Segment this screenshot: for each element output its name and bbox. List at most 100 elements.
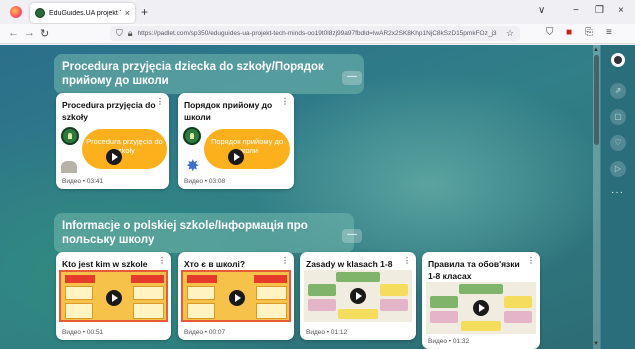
scrollbar-thumb[interactable]: [594, 55, 599, 145]
tab-list-button[interactable]: ∨: [538, 5, 545, 16]
browser-tab[interactable]: EduGuides.UA projekt Tech Mi ×: [30, 3, 135, 23]
star-icon: ✸: [186, 158, 200, 175]
scroll-up-icon[interactable]: ▲: [593, 47, 599, 53]
video-thumbnail[interactable]: [59, 270, 168, 322]
post-card[interactable]: Правила та обов'язки 1-8 класах ⋮ Видео …: [422, 252, 540, 349]
poster-title-block: [336, 272, 380, 282]
section-title: Informacje o polskiej szkole/Інформація …: [62, 220, 308, 246]
poster-text-block: [504, 311, 532, 323]
more-options-icon[interactable]: ⋮: [281, 97, 289, 106]
post-title: Zasady w klasach 1-8: [306, 259, 393, 269]
scroll-down-icon[interactable]: ▼: [593, 341, 599, 347]
video-meta: Видео • 03:41: [62, 178, 104, 185]
poster-text-block: [256, 303, 287, 319]
section-header-admission: Procedura przyjęcia dziecka do szkoły/По…: [54, 54, 364, 94]
back-icon[interactable]: ←: [8, 27, 19, 39]
shield-icon: ⛉: [116, 28, 123, 38]
more-options-icon[interactable]: ⋮: [158, 256, 166, 265]
video-meta: Видео • 00:51: [62, 329, 104, 336]
more-menu-icon[interactable]: ···: [611, 187, 624, 198]
pdf-extension-icon[interactable]: ■: [566, 27, 572, 38]
video-meta: Видео • 00:07: [184, 329, 226, 336]
thumbnail-caption: Порядок прийому до школи: [204, 129, 290, 169]
post-card[interactable]: Хто є в школі? ⋮ Видео • 00:07: [178, 252, 294, 340]
lock-icon: 🔒︎: [127, 28, 133, 38]
video-thumbnail[interactable]: Procedura przyjęcia do szkoły: [56, 125, 169, 175]
new-tab-button[interactable]: +: [141, 5, 148, 19]
section-collapse-button[interactable]: —: [342, 71, 362, 85]
address-bar[interactable]: ⛉ 🔒︎ https://padlet.com/sp350/eduguides-…: [110, 26, 520, 41]
section-header-school-info: Informacje o polskiej szkole/Інформація …: [54, 213, 354, 253]
forward-icon[interactable]: →: [24, 27, 35, 39]
url-text[interactable]: https://padlet.com/sp350/eduguides-ua-pr…: [138, 30, 501, 37]
section-title: Procedura przyjęcia dziecka do szkoły/По…: [62, 61, 324, 87]
tab-title: EduGuides.UA projekt Tech Mi: [49, 9, 121, 17]
bookmark-star-icon[interactable]: ☆: [506, 28, 514, 39]
extensions-icon[interactable]: ⎘: [585, 27, 593, 38]
browser-tab-bar: EduGuides.UA projekt Tech Mi × + ∨ − ❐ ×: [0, 0, 635, 24]
poster-title-block: [459, 284, 503, 294]
navigation-bar: ← → ↻ ⛉ 🔒︎ https://padlet.com/sp350/edug…: [0, 24, 635, 44]
poster-text-block: [380, 284, 408, 296]
video-thumbnail[interactable]: Порядок прийому до школи ✸: [178, 125, 294, 175]
padlet-action-rail: ⇗ ▢ ♡ ▷ ···: [600, 45, 635, 349]
close-window-button[interactable]: ×: [618, 5, 624, 16]
post-card[interactable]: Zasady w klasach 1-8 ⋮ Видео • 01:12: [300, 252, 416, 340]
poster-text-block: [133, 303, 164, 319]
play-icon[interactable]: [106, 290, 122, 306]
post-title: Procedura przyjęcia do szkoły: [62, 100, 156, 122]
more-options-icon[interactable]: ⋮: [156, 97, 164, 106]
more-options-icon[interactable]: ⋮: [281, 256, 289, 265]
photo-icon: [61, 161, 77, 173]
reload-icon[interactable]: ↻: [40, 27, 49, 40]
post-card[interactable]: Procedura przyjęcia do szkoły ⋮ Procedur…: [56, 93, 169, 189]
poster-heading-block: [65, 275, 95, 283]
play-icon[interactable]: [473, 300, 489, 316]
avatar[interactable]: [611, 53, 625, 67]
poster-text-block: [430, 296, 458, 308]
video-meta: Видео • 01:32: [428, 338, 470, 345]
video-thumbnail[interactable]: [304, 270, 412, 322]
poster-text-block: [308, 284, 336, 296]
firefox-logo-icon: [10, 6, 22, 18]
poster-heading-block: [131, 275, 164, 283]
thumbnail-caption: Procedura przyjęcia do szkoły: [82, 129, 167, 169]
tab-close-icon[interactable]: ×: [125, 8, 130, 18]
play-icon[interactable]: [228, 149, 244, 165]
play-icon[interactable]: [106, 149, 122, 165]
menu-icon[interactable]: ≡: [606, 27, 612, 38]
minimize-button[interactable]: −: [573, 5, 579, 16]
embed-icon[interactable]: ▢: [610, 109, 626, 125]
poster-text-block: [308, 299, 336, 311]
slideshow-icon[interactable]: ▷: [610, 161, 626, 177]
share-icon[interactable]: ⇗: [610, 83, 626, 99]
section-collapse-button[interactable]: —: [342, 229, 362, 243]
notifications-icon[interactable]: ♡: [610, 135, 626, 151]
video-thumbnail[interactable]: [426, 282, 536, 334]
poster-text-block: [187, 286, 215, 300]
school-logo-icon: [183, 127, 201, 145]
play-icon[interactable]: [229, 290, 245, 306]
padlet-canvas: Procedura przyjęcia dziecka do szkoły/По…: [0, 45, 600, 349]
poster-text-block: [338, 309, 378, 319]
post-title: Правила та обов'язки 1-8 класах: [428, 259, 520, 281]
pocket-icon[interactable]: ⛉: [546, 27, 554, 38]
video-meta: Видео • 01:12: [306, 329, 348, 336]
poster-text-block: [187, 303, 215, 319]
poster-text-block: [256, 286, 287, 300]
post-card[interactable]: Kto jest kim w szkole ⋮ Видео • 00:51: [56, 252, 171, 340]
post-title: Kto jest kim w szkole: [62, 259, 148, 269]
post-title: Порядок прийому до школи: [184, 100, 273, 122]
poster-text-block: [504, 296, 532, 308]
page-scrollbar[interactable]: ▲ ▼: [593, 45, 600, 349]
more-options-icon[interactable]: ⋮: [403, 256, 411, 265]
video-thumbnail[interactable]: [181, 270, 291, 322]
play-icon[interactable]: [350, 288, 366, 304]
poster-heading-block: [187, 275, 217, 283]
more-options-icon[interactable]: ⋮: [527, 256, 535, 265]
tab-favicon-icon: [35, 8, 45, 18]
poster-text-block: [380, 299, 408, 311]
maximize-button[interactable]: ❐: [595, 5, 604, 16]
poster-heading-block: [254, 275, 287, 283]
post-card[interactable]: Порядок прийому до школи ⋮ Порядок прийо…: [178, 93, 294, 189]
